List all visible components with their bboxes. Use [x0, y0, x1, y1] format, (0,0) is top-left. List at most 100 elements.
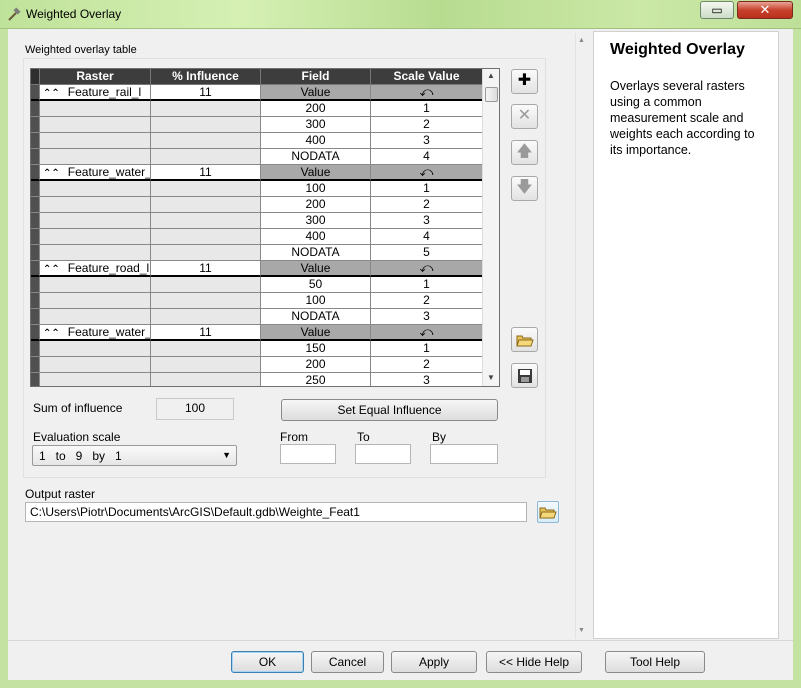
cancel-button[interactable]: Cancel: [311, 651, 384, 673]
row-handle[interactable]: [31, 229, 40, 245]
row-handle[interactable]: [31, 133, 40, 149]
row-handle[interactable]: [31, 213, 40, 229]
scale-value-cell[interactable]: 5: [371, 245, 483, 261]
window-help-button[interactable]: ▭: [700, 1, 734, 19]
scroll-up-icon[interactable]: ▲: [578, 37, 585, 44]
table-row[interactable]: 100 2: [31, 293, 483, 309]
weighted-overlay-table[interactable]: Raster % Influence Field Scale Value ⌃⌃ F…: [30, 68, 500, 387]
window-close-button[interactable]: ✕: [737, 1, 793, 19]
table-row[interactable]: NODATA 4: [31, 149, 483, 165]
save-evaluation-button[interactable]: [511, 363, 538, 388]
collapse-chevron-icon[interactable]: ⌃⌃: [43, 86, 60, 99]
row-handle[interactable]: [31, 309, 40, 325]
row-handle[interactable]: [31, 325, 40, 341]
influence-input[interactable]: 11: [151, 325, 261, 341]
raster-cell[interactable]: ⌃⌃ Feature_water_a: [40, 165, 151, 181]
scale-value-cell[interactable]: 1: [371, 101, 483, 117]
output-raster-input[interactable]: C:\Users\Piotr\Documents\ArcGIS\Default.…: [25, 502, 527, 522]
scale-value-cell[interactable]: 2: [371, 117, 483, 133]
table-row[interactable]: NODATA 5: [31, 245, 483, 261]
move-down-button[interactable]: 🡇: [511, 176, 538, 201]
table-row[interactable]: 200 1: [31, 101, 483, 117]
influence-input[interactable]: 11: [151, 85, 261, 101]
header-field[interactable]: Field: [261, 69, 371, 85]
reset-scale-button[interactable]: ⤺: [371, 85, 483, 101]
table-row[interactable]: 50 1: [31, 277, 483, 293]
raster-cell[interactable]: ⌃⌃ Feature_water_l: [40, 325, 151, 341]
help-scrollbar[interactable]: [779, 31, 793, 639]
row-handle[interactable]: [31, 101, 40, 117]
table-row[interactable]: 300 3: [31, 213, 483, 229]
scroll-down-icon[interactable]: ▼: [578, 627, 585, 634]
hide-help-button[interactable]: << Hide Help: [486, 651, 582, 673]
table-row[interactable]: 400 3: [31, 133, 483, 149]
influence-input[interactable]: 11: [151, 165, 261, 181]
header-raster[interactable]: Raster: [40, 69, 151, 85]
scale-value-cell[interactable]: 1: [371, 181, 483, 197]
scale-value-cell[interactable]: 2: [371, 293, 483, 309]
scale-value-cell[interactable]: 4: [371, 229, 483, 245]
table-row[interactable]: 200 2: [31, 357, 483, 373]
scale-value-cell[interactable]: 4: [371, 149, 483, 165]
row-handle[interactable]: [31, 357, 40, 373]
from-input[interactable]: [280, 444, 336, 464]
raster-group-row[interactable]: ⌃⌃ Feature_rail_l 11 Value ⤺: [31, 85, 483, 101]
table-row[interactable]: 150 1: [31, 341, 483, 357]
row-handle[interactable]: [31, 245, 40, 261]
raster-group-row[interactable]: ⌃⌃ Feature_road_l 11 Value ⤺: [31, 261, 483, 277]
header-influence[interactable]: % Influence: [151, 69, 261, 85]
table-row[interactable]: 300 2: [31, 117, 483, 133]
apply-button[interactable]: Apply: [391, 651, 477, 673]
reset-scale-button[interactable]: ⤺: [371, 165, 483, 181]
row-handle[interactable]: [31, 293, 40, 309]
scale-value-cell[interactable]: 1: [371, 341, 483, 357]
move-up-button[interactable]: 🡅: [511, 140, 538, 165]
ok-button[interactable]: OK: [231, 651, 304, 673]
scale-value-cell[interactable]: 3: [371, 373, 483, 386]
scale-value-cell[interactable]: 3: [371, 309, 483, 325]
collapse-chevron-icon[interactable]: ⌃⌃: [43, 166, 60, 179]
by-input[interactable]: [430, 444, 498, 464]
row-handle[interactable]: [31, 261, 40, 277]
row-handle[interactable]: [31, 85, 40, 101]
reset-scale-button[interactable]: ⤺: [371, 325, 483, 341]
parameters-scrollbar[interactable]: ▲ ▼: [575, 33, 589, 639]
field-select[interactable]: Value: [261, 85, 371, 101]
table-row[interactable]: 200 2: [31, 197, 483, 213]
scale-value-cell[interactable]: 2: [371, 357, 483, 373]
table-row[interactable]: 250 3: [31, 373, 483, 386]
header-scale-value[interactable]: Scale Value: [371, 69, 483, 85]
row-handle[interactable]: [31, 373, 40, 386]
table-row[interactable]: 100 1: [31, 181, 483, 197]
table-scrollbar[interactable]: ▲ ▼: [482, 69, 499, 386]
row-handle[interactable]: [31, 149, 40, 165]
set-equal-influence-button[interactable]: Set Equal Influence: [281, 399, 498, 421]
add-raster-button[interactable]: ✚: [511, 69, 538, 94]
scale-value-cell[interactable]: 3: [371, 213, 483, 229]
field-select[interactable]: Value: [261, 325, 371, 341]
table-scroll-down-icon[interactable]: ▼: [487, 373, 495, 382]
scale-value-cell[interactable]: 1: [371, 277, 483, 293]
row-handle[interactable]: [31, 165, 40, 181]
table-scroll-up-icon[interactable]: ▲: [487, 71, 495, 80]
raster-cell[interactable]: ⌃⌃ Feature_road_l: [40, 261, 151, 277]
field-select[interactable]: Value: [261, 165, 371, 181]
table-row[interactable]: 400 4: [31, 229, 483, 245]
raster-group-row[interactable]: ⌃⌃ Feature_water_l 11 Value ⤺: [31, 325, 483, 341]
scale-value-cell[interactable]: 3: [371, 133, 483, 149]
field-select[interactable]: Value: [261, 261, 371, 277]
row-handle[interactable]: [31, 277, 40, 293]
row-handle[interactable]: [31, 197, 40, 213]
reset-scale-button[interactable]: ⤺: [371, 261, 483, 277]
influence-input[interactable]: 11: [151, 261, 261, 277]
open-evaluation-button[interactable]: [511, 327, 538, 352]
remove-raster-button[interactable]: ✕: [511, 104, 538, 129]
raster-cell[interactable]: ⌃⌃ Feature_rail_l: [40, 85, 151, 101]
table-row[interactable]: NODATA 3: [31, 309, 483, 325]
row-handle[interactable]: [31, 117, 40, 133]
to-input[interactable]: [355, 444, 411, 464]
collapse-chevron-icon[interactable]: ⌃⌃: [43, 326, 60, 339]
row-handle[interactable]: [31, 341, 40, 357]
tool-help-button[interactable]: Tool Help: [605, 651, 705, 673]
table-scroll-thumb[interactable]: [485, 87, 498, 102]
